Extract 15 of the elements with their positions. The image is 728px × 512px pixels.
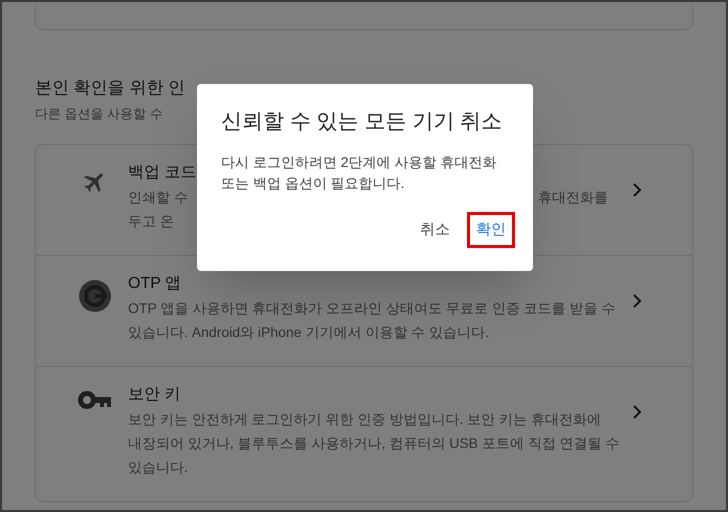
option-description: 휴대전화를 (538, 188, 608, 206)
option-title: OTP 앱 (128, 274, 182, 294)
option-description: 있습니다. (128, 458, 188, 476)
section-heading: 본인 확인을 위한 인 (35, 77, 186, 99)
option-title: 백업 코드 (128, 162, 196, 182)
option-description: 보안 키는 안전하게 로그인하기 위한 인증 방법입니다. 보안 키는 휴대전화에 (128, 410, 601, 428)
section-subtitle: 다른 옵션을 사용할 수 (35, 105, 163, 123)
option-description: OTP 앱을 사용하면 휴대전화가 오프라인 상태여도 무료로 인증 코드를 받을 수 (128, 298, 616, 318)
option-description: 두고 온 (128, 212, 174, 230)
dialog-title: 신뢰할 수 있는 모든 기기 취소 (221, 109, 504, 135)
option-title: 보안 키 (128, 384, 180, 404)
dialog-message: 다시 로그인하려면 2단계에 사용할 휴대전화 또는 백업 옵션이 필요합니다. (221, 153, 498, 193)
option-description: 인쇄할 수 (128, 188, 188, 206)
option-description: 내장되어 있거나, 블루투스를 사용하거나, 컴퓨터의 USB 포트에 직접 연결될 수 (128, 434, 620, 452)
option-description: 있습니다. Android와 iPhone 기기에서 이용할 수 있습니다. (128, 322, 489, 342)
